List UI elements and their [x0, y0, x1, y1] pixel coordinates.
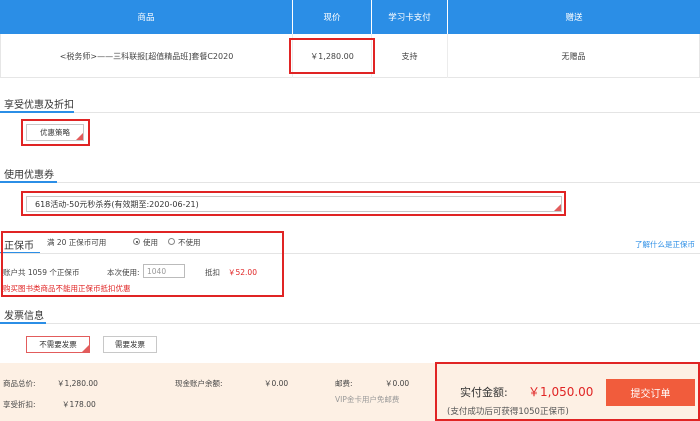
- discount-label: 享受折扣:: [3, 400, 36, 409]
- divider: [0, 323, 700, 324]
- discount-value: ￥178.00: [62, 400, 96, 409]
- card-pay-support: 支持: [372, 34, 448, 78]
- discount-highlight-box: [21, 119, 90, 146]
- discount-section-title: 享受优惠及折扣: [4, 100, 74, 111]
- section-underline: [0, 181, 57, 183]
- need-invoice-label: 需要发票: [115, 340, 145, 349]
- cash-balance-label: 现金账户余额:: [175, 379, 223, 388]
- divider: [0, 112, 700, 113]
- price-highlight-box: [289, 38, 375, 74]
- divider: [0, 182, 700, 183]
- postage-value: ￥0.00: [385, 379, 410, 388]
- section-underline: [0, 111, 74, 113]
- no-invoice-option[interactable]: 不需要发票: [26, 336, 90, 353]
- coin-highlight-box: [1, 231, 284, 297]
- total-value: ￥1,280.00: [57, 379, 98, 388]
- coupon-section-title: 使用优惠券: [4, 170, 54, 181]
- coupon-highlight-box: [21, 191, 566, 216]
- section-underline: [0, 322, 46, 324]
- payment-highlight-box: [435, 362, 700, 421]
- total-label: 商品总价:: [3, 379, 36, 388]
- need-invoice-option[interactable]: 需要发票: [103, 336, 157, 353]
- product-name[interactable]: <税务师>——三科联报[超值精品班]套餐C2020: [1, 34, 293, 78]
- invoice-section-title: 发票信息: [4, 311, 44, 322]
- product-table-header: 商品 现价 学习卡支付 赠送: [0, 0, 700, 34]
- cash-balance-value: ￥0.00: [264, 379, 289, 388]
- col-header-product: 商品: [0, 0, 293, 34]
- postage-note: VIP金卡用户免邮费: [335, 395, 400, 404]
- col-header-card-pay: 学习卡支付: [372, 0, 448, 34]
- selected-corner-icon: [82, 345, 89, 352]
- col-header-gift: 赠送: [565, 13, 583, 23]
- postage-label: 邮费:: [335, 379, 353, 388]
- gift-info: 无赠品: [561, 51, 586, 61]
- col-header-price: 现价: [293, 0, 372, 34]
- coin-help-link[interactable]: 了解什么是正保币: [635, 239, 695, 250]
- no-invoice-label: 不需要发票: [39, 340, 77, 349]
